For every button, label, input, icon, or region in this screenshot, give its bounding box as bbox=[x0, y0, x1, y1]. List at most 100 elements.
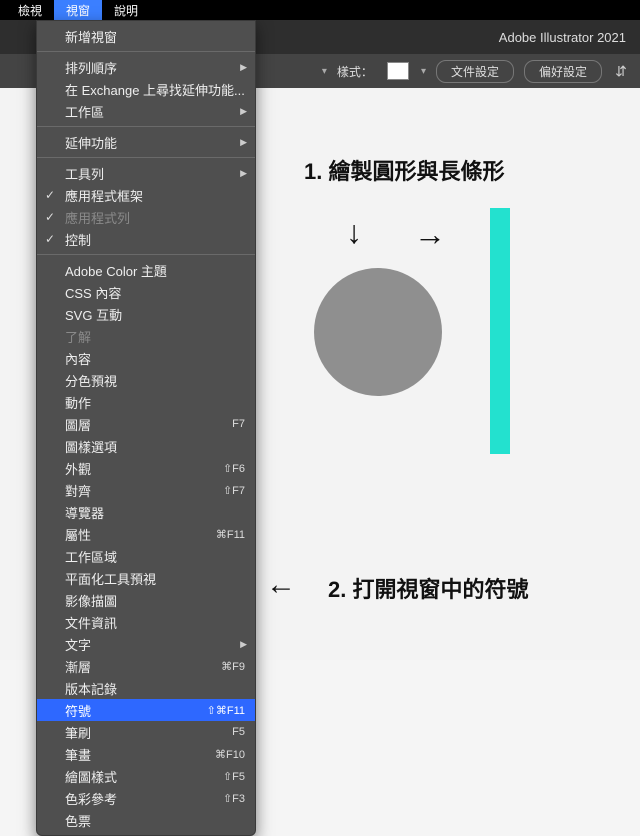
menu-item: 了解 bbox=[37, 325, 255, 347]
menu-item[interactable]: 動作 bbox=[37, 391, 255, 413]
menu-item-shortcut: ⌘F9 bbox=[221, 660, 245, 673]
menu-item: ✓應用程式列 bbox=[37, 206, 255, 228]
menu-item[interactable]: 筆刷 F5 bbox=[37, 721, 255, 743]
menubar-item-view[interactable]: 檢視 bbox=[6, 0, 54, 21]
arrow-down-icon: ↓ bbox=[346, 214, 362, 251]
menu-item[interactable]: 文字 bbox=[37, 633, 255, 655]
menu-item-label: 應用程式框架 bbox=[65, 186, 143, 205]
menu-item[interactable]: 新增視窗 bbox=[37, 25, 255, 47]
menu-item-label: 了解 bbox=[65, 327, 91, 346]
chevron-down-icon[interactable]: ▾ bbox=[320, 66, 327, 77]
menu-item-label: 導覽器 bbox=[65, 503, 104, 522]
menu-item[interactable]: ✓ 應用程式框架 bbox=[37, 184, 255, 206]
menu-item[interactable]: 平面化工具預視 bbox=[37, 567, 255, 589]
menu-item-label: 屬性 bbox=[65, 525, 91, 544]
menu-item[interactable]: 圖樣選項 bbox=[37, 435, 255, 457]
menu-item[interactable]: 內容 bbox=[37, 347, 255, 369]
menu-item-label: CSS 內容 bbox=[65, 283, 121, 302]
menu-item-label: 延伸功能 bbox=[65, 133, 117, 152]
menu-item[interactable]: 圖層 F7 bbox=[37, 413, 255, 435]
style-swatch[interactable] bbox=[387, 62, 409, 80]
menu-item[interactable]: 色彩參考 ⇧F3 bbox=[37, 787, 255, 809]
menu-item-label: 色票 bbox=[65, 811, 91, 830]
menu-separator bbox=[37, 126, 255, 127]
menu-item[interactable]: 延伸功能 bbox=[37, 131, 255, 153]
check-icon: ✓ bbox=[45, 210, 55, 224]
menu-item[interactable]: 在 Exchange 上尋找延伸功能... bbox=[37, 78, 255, 100]
menu-item-shortcut: ⇧⌘F11 bbox=[207, 704, 245, 717]
file-setup-button[interactable]: 文件設定 bbox=[436, 60, 514, 83]
menu-item-label: 文字 bbox=[65, 635, 91, 654]
pref-icon[interactable]: ⇵ bbox=[612, 62, 630, 80]
menu-item-label: 新增視窗 bbox=[65, 27, 117, 46]
menu-item-label: 工具列 bbox=[65, 164, 104, 183]
menu-item[interactable]: 筆畫 ⌘F10 bbox=[37, 743, 255, 765]
menu-item-shortcut: F7 bbox=[232, 418, 245, 430]
menu-item-label: 筆畫 bbox=[65, 745, 91, 764]
shape-circle[interactable] bbox=[314, 268, 442, 396]
menu-item[interactable]: 繪圖樣式 ⇧F5 bbox=[37, 765, 255, 787]
chevron-down-icon[interactable]: ▾ bbox=[419, 66, 426, 77]
app-title: Adobe Illustrator 2021 bbox=[499, 30, 626, 45]
menu-item[interactable]: Adobe Color 主題 bbox=[37, 259, 255, 281]
check-icon: ✓ bbox=[45, 232, 55, 246]
shape-bar[interactable] bbox=[490, 208, 510, 454]
menu-separator bbox=[37, 157, 255, 158]
menu-item-label: 圖樣選項 bbox=[65, 437, 117, 456]
menu-item[interactable]: 對齊 ⇧F7 bbox=[37, 479, 255, 501]
menu-item-shortcut: ⇧F7 bbox=[223, 484, 245, 497]
menu-item-label: SVG 互動 bbox=[65, 305, 122, 324]
menu-item[interactable]: 工作區 bbox=[37, 100, 255, 122]
pref-setup-button[interactable]: 偏好設定 bbox=[524, 60, 602, 83]
menu-item[interactable]: 工作區域 bbox=[37, 545, 255, 567]
menu-item-label: 繪圖樣式 bbox=[65, 767, 117, 786]
menu-item[interactable]: 工具列 bbox=[37, 162, 255, 184]
menu-item-shortcut: ⌘F10 bbox=[215, 748, 245, 761]
menu-item[interactable]: 排列順序 bbox=[37, 56, 255, 78]
menu-item-label: 控制 bbox=[65, 230, 91, 249]
menu-item-shortcut: ⇧F5 bbox=[223, 770, 245, 783]
menu-item-shortcut: ⌘F11 bbox=[216, 528, 245, 541]
menu-item-label: Adobe Color 主題 bbox=[65, 261, 167, 280]
menu-item-label: 工作區域 bbox=[65, 547, 117, 566]
window-menu-dropdown: 新增視窗排列順序在 Exchange 上尋找延伸功能...工作區延伸功能工具列✓… bbox=[36, 20, 256, 836]
menu-separator bbox=[37, 254, 255, 255]
menu-item-label: 版本記錄 bbox=[65, 679, 117, 698]
annotation-step2: 2. 打開視窗中的符號 bbox=[328, 572, 528, 604]
check-icon: ✓ bbox=[45, 188, 55, 202]
menu-item-label: 色彩參考 bbox=[65, 789, 117, 808]
menubar-item-window[interactable]: 視窗 bbox=[54, 0, 102, 21]
menu-item-label: 文件資訊 bbox=[65, 613, 117, 632]
menu-item-label: 外觀 bbox=[65, 459, 91, 478]
arrow-left-icon: ← bbox=[266, 568, 296, 602]
menu-item[interactable]: 色票 bbox=[37, 809, 255, 831]
menu-item-label: 圖層 bbox=[65, 415, 91, 434]
menu-item[interactable]: 影像描圖 bbox=[37, 589, 255, 611]
menu-item-label: 筆刷 bbox=[65, 723, 91, 742]
menu-item[interactable]: 文件資訊 bbox=[37, 611, 255, 633]
menu-item[interactable]: 屬性 ⌘F11 bbox=[37, 523, 255, 545]
menu-item[interactable]: 導覽器 bbox=[37, 501, 255, 523]
menu-item[interactable]: 外觀 ⇧F6 bbox=[37, 457, 255, 479]
menu-item-label: 排列順序 bbox=[65, 58, 117, 77]
menu-item[interactable]: CSS 內容 bbox=[37, 281, 255, 303]
menu-item-shortcut: ⇧F6 bbox=[223, 462, 245, 475]
menubar-item-help[interactable]: 說明 bbox=[102, 0, 150, 21]
menu-item[interactable]: 版本記錄 bbox=[37, 677, 255, 699]
menu-item-label: 對齊 bbox=[65, 481, 91, 500]
menu-item-label: 符號 bbox=[65, 701, 91, 720]
menubar: 檢視 視窗 說明 bbox=[0, 0, 640, 20]
menu-item[interactable]: ✓ 控制 bbox=[37, 228, 255, 250]
menu-item-label: 漸層 bbox=[65, 657, 91, 676]
menu-item[interactable]: 符號 ⇧⌘F11 bbox=[37, 699, 255, 721]
menu-item-label: 分色預視 bbox=[65, 371, 117, 390]
menu-item-label: 動作 bbox=[65, 393, 91, 412]
menu-item[interactable]: 分色預視 bbox=[37, 369, 255, 391]
menu-item[interactable]: SVG 互動 bbox=[37, 303, 255, 325]
menu-item-label: 在 Exchange 上尋找延伸功能... bbox=[65, 80, 245, 99]
menu-item-label: 內容 bbox=[65, 349, 91, 368]
menu-item[interactable]: 漸層 ⌘F9 bbox=[37, 655, 255, 677]
menu-item-shortcut: ⇧F3 bbox=[223, 792, 245, 805]
menu-separator bbox=[37, 51, 255, 52]
menu-item-shortcut: F5 bbox=[232, 726, 245, 738]
